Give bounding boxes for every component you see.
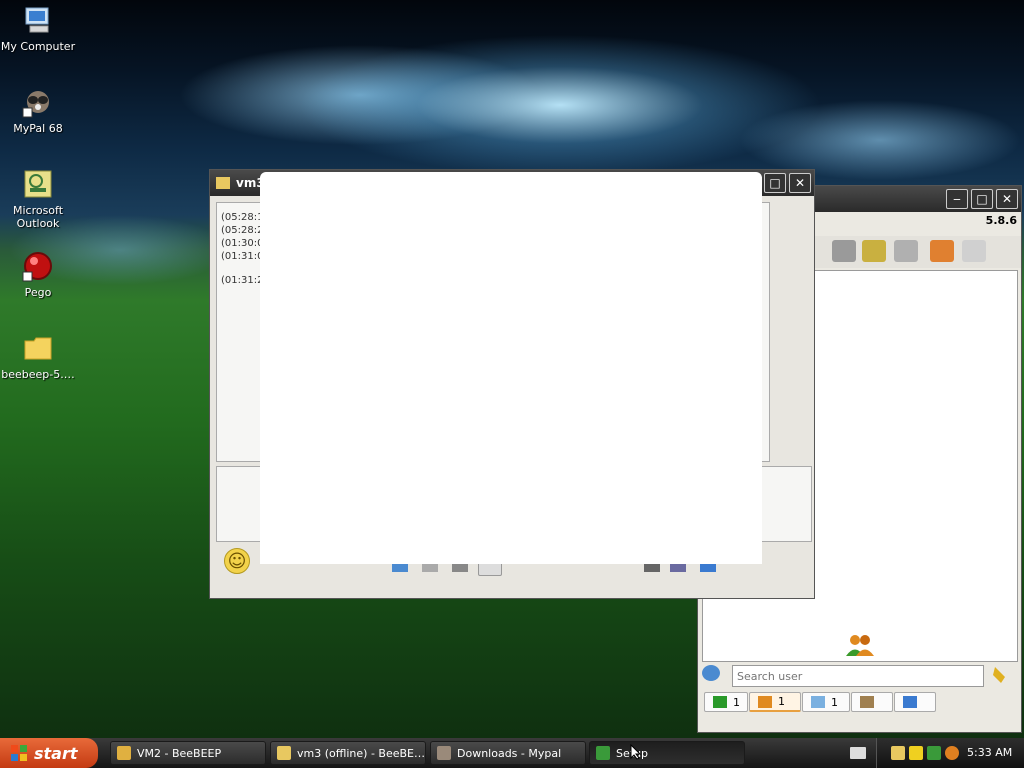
desktop-icon-label: Microsoft Outlook [12, 204, 64, 230]
desktop-icon-label: My Computer [0, 40, 76, 53]
users-group-icon [845, 633, 875, 657]
beebeep-folder-shortcut[interactable]: beebeep-5.… [0, 332, 76, 381]
mouse-cursor-icon [630, 743, 642, 760]
maximize-button[interactable]: □ [764, 173, 786, 193]
groups-tab-icon [811, 696, 825, 708]
tab-share[interactable] [894, 692, 936, 712]
clock[interactable]: 5:33 AM [967, 746, 1012, 759]
tools-icon[interactable] [894, 240, 918, 262]
desktop-icon-label: MyPal 68 [13, 122, 63, 135]
taskbar: start VM2 - BeeBEEP vm3 (offline) - BeeB… [0, 738, 1024, 768]
computer-icon [22, 4, 54, 36]
search-tray-icon[interactable] [945, 746, 959, 760]
chat-window-icon [216, 177, 230, 189]
chat-message: (05:28:2 [221, 225, 264, 236]
outlook-shortcut[interactable]: Microsoft Outlook [0, 168, 76, 230]
task-vm2-beebeep[interactable]: VM2 - BeeBEEP [110, 741, 266, 765]
chat-message: (01:30:0 [221, 238, 264, 249]
close-button[interactable]: ✕ [789, 173, 811, 193]
start-label: start [34, 743, 78, 763]
folder-icon [22, 332, 54, 364]
system-tray: 5:33 AM [876, 738, 1024, 768]
desktop-icon-label: beebeep-5.… [1, 368, 75, 381]
tab-users[interactable]: 1 [749, 692, 801, 712]
my-computer-shortcut[interactable]: My Computer [0, 4, 76, 53]
clear-search-icon[interactable] [992, 666, 1008, 684]
tab-network[interactable] [851, 692, 893, 712]
transfer-icon[interactable] [930, 240, 954, 262]
security-shield-icon[interactable] [909, 746, 923, 760]
maximize-button[interactable]: □ [971, 189, 993, 209]
network-tray-icon[interactable] [927, 746, 941, 760]
pego-icon [22, 250, 54, 282]
pego-shortcut[interactable]: Pego [0, 250, 76, 299]
users-tab-icon [758, 695, 772, 708]
emoticon-icon[interactable]: ☺ [224, 548, 250, 574]
task-downloads-mypal[interactable]: Downloads - Mypal [430, 741, 586, 765]
chat-window-icon [277, 746, 291, 760]
mypal-shortcut[interactable]: MyPal 68 [0, 86, 76, 135]
task-setup[interactable]: Setup [589, 741, 745, 765]
mypal-icon [22, 86, 54, 118]
chat-message: (01:31:0 [221, 251, 264, 262]
blank-overlay-panel [260, 172, 762, 564]
edit-status-icon[interactable] [862, 240, 886, 262]
chat-message: (05:28:1 [221, 212, 264, 223]
keyboard-icon[interactable] [850, 747, 866, 759]
minimize-button[interactable]: ‒ [946, 189, 968, 209]
outlook-icon [22, 168, 54, 200]
tab-groups[interactable]: 1 [802, 692, 850, 712]
task-vm3-beebeep[interactable]: vm3 (offline) - BeeBE… [270, 741, 426, 765]
network-tab-icon [860, 696, 874, 708]
search-user-input[interactable] [732, 665, 984, 687]
search-settings-icon[interactable] [702, 665, 720, 681]
windows-logo-icon [10, 744, 28, 762]
chat-tab-icon [713, 696, 727, 708]
share-tab-icon [903, 696, 917, 708]
desktop: My Computer MyPal 68 Microsoft Outlook P… [0, 0, 1024, 738]
desktop-icon-label: Pego [24, 286, 52, 299]
mail-icon[interactable] [832, 240, 856, 262]
beebeep-tray-icon[interactable] [891, 746, 905, 760]
mypal-icon [437, 746, 451, 760]
chat-message: (01:31:2 [221, 275, 264, 286]
close-button[interactable]: ✕ [996, 189, 1018, 209]
version-label: 5.8.6 [985, 214, 1017, 227]
start-button[interactable]: start [0, 738, 98, 768]
beebeep-icon [117, 746, 131, 760]
tab-chats[interactable]: 1 [704, 692, 748, 712]
setup-icon [596, 746, 610, 760]
trash-icon[interactable] [962, 240, 986, 262]
